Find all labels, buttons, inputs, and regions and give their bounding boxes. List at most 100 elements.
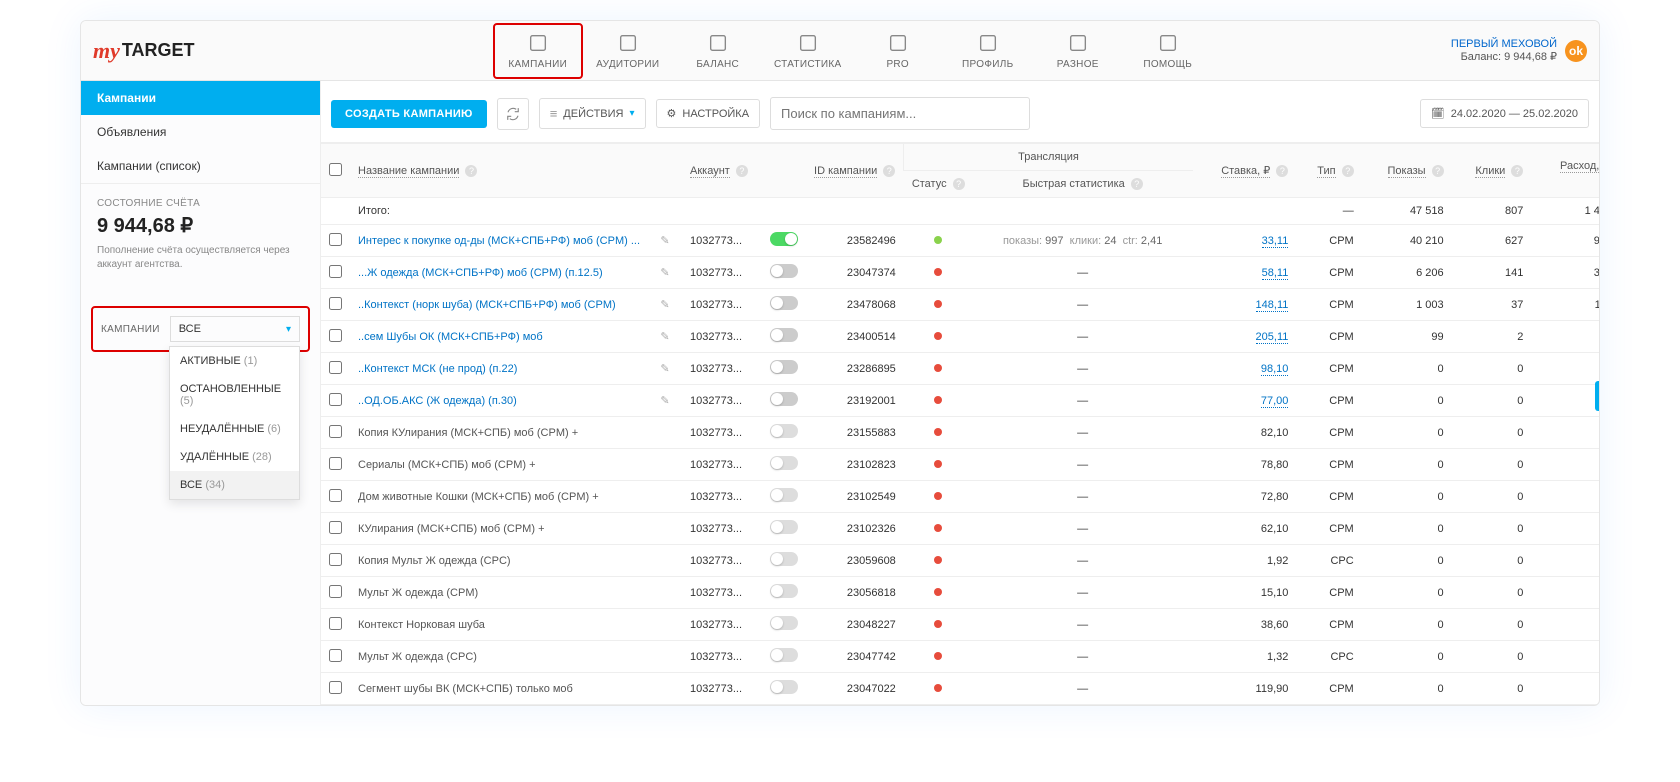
clicks-cell: 0 <box>1452 641 1532 673</box>
bid-link[interactable]: 77,00 <box>1261 395 1289 408</box>
row-checkbox[interactable] <box>329 393 342 406</box>
bid-link[interactable]: 148,11 <box>1256 299 1289 312</box>
help-icon[interactable]: ? <box>1432 165 1444 177</box>
bid-link[interactable]: 58,11 <box>1262 267 1289 280</box>
user-block[interactable]: ПЕРВЫЙ МЕХОВОЙ Баланс: 9 944,68 ₽ ok <box>1451 38 1587 63</box>
nav-профиль[interactable]: ПРОФИЛЬ <box>943 23 1033 79</box>
help-icon[interactable]: ? <box>1131 178 1143 190</box>
row-checkbox[interactable] <box>329 681 342 694</box>
broadcast-toggle[interactable] <box>770 392 798 406</box>
sidebar-item[interactable]: Кампании (список) <box>81 149 320 183</box>
filter-option[interactable]: АКТИВНЫЕ (1) <box>170 347 299 375</box>
filter-select[interactable]: ВСЕ ▾ <box>170 316 300 342</box>
avatar[interactable]: ok <box>1565 40 1587 62</box>
bid-link[interactable]: 33,11 <box>1262 235 1289 248</box>
broadcast-toggle[interactable] <box>770 296 798 310</box>
row-checkbox[interactable] <box>329 457 342 470</box>
col-type[interactable]: Тип <box>1317 165 1335 178</box>
col-impr[interactable]: Показы <box>1388 165 1426 178</box>
col-quick[interactable]: Быстрая статистика <box>1023 178 1125 190</box>
edit-icon[interactable]: ✎ <box>656 394 674 407</box>
row-checkbox[interactable] <box>329 617 342 630</box>
col-account[interactable]: Аккаунт <box>690 165 730 178</box>
campaign-link[interactable]: Интерес к покупке од-ды (МСК+СПБ+РФ) моб… <box>358 235 640 247</box>
account-cell: 1032773... <box>682 577 762 609</box>
edit-icon[interactable]: ✎ <box>656 298 674 311</box>
row-checkbox[interactable] <box>329 361 342 374</box>
settings-button[interactable]: ⚙ НАСТРОЙКА <box>656 99 761 128</box>
bid-link[interactable]: 98,10 <box>1261 363 1289 376</box>
broadcast-toggle[interactable] <box>770 680 798 694</box>
broadcast-toggle[interactable] <box>770 616 798 630</box>
edit-icon[interactable]: ✎ <box>656 234 674 247</box>
col-status[interactable]: Статус <box>912 178 947 190</box>
create-campaign-button[interactable]: СОЗДАТЬ КАМПАНИЮ <box>331 100 487 128</box>
help-icon[interactable]: ? <box>465 165 477 177</box>
broadcast-toggle[interactable] <box>770 584 798 598</box>
filter-option[interactable]: ВСЕ (34) <box>170 471 299 499</box>
account-cell: 1032773... <box>682 321 762 353</box>
sidebar-item[interactable]: Объявления <box>81 115 320 149</box>
col-spend[interactable]: Расход, ₽ <box>1560 160 1599 173</box>
date-range-picker[interactable]: 🗓 24.02.2020 — 25.02.2020 <box>1420 99 1589 128</box>
broadcast-toggle[interactable] <box>770 424 798 438</box>
filter-option[interactable]: НЕУДАЛЁННЫЕ (6) <box>170 415 299 443</box>
col-clicks[interactable]: Клики <box>1475 165 1505 178</box>
col-id[interactable]: ID кампании <box>814 165 877 178</box>
col-name[interactable]: Название кампании <box>358 165 459 178</box>
campaign-link[interactable]: ..Контекст МСК (не прод) (п.22) <box>358 363 517 375</box>
nav-кампании[interactable]: КАМПАНИИ <box>493 23 583 79</box>
nav-помощь[interactable]: ПОМОЩЬ <box>1123 23 1213 79</box>
col-bid[interactable]: Ставка, ₽ <box>1221 165 1270 178</box>
nav-статистика[interactable]: СТАТИСТИКА <box>763 23 853 79</box>
nav-pro[interactable]: PRO <box>853 23 943 79</box>
row-checkbox[interactable] <box>329 649 342 662</box>
row-checkbox[interactable] <box>329 265 342 278</box>
edit-icon[interactable]: ✎ <box>656 266 674 279</box>
row-checkbox[interactable] <box>329 425 342 438</box>
row-checkbox[interactable] <box>329 329 342 342</box>
edit-icon[interactable]: ✎ <box>656 362 674 375</box>
broadcast-toggle[interactable] <box>770 648 798 662</box>
broadcast-toggle[interactable] <box>770 520 798 534</box>
nav-разное[interactable]: РАЗНОЕ <box>1033 23 1123 79</box>
help-icon[interactable]: ? <box>1342 165 1354 177</box>
broadcast-toggle[interactable] <box>770 360 798 374</box>
campaign-link[interactable]: ..сем Шубы ОК (МСК+СПБ+РФ) моб <box>358 331 543 343</box>
row-checkbox[interactable] <box>329 297 342 310</box>
help-icon[interactable]: ? <box>1276 165 1288 177</box>
edit-icon[interactable]: ✎ <box>656 330 674 343</box>
campaign-link[interactable]: ..ОД.ОБ.АКС (Ж одежда) (п.30) <box>358 395 517 407</box>
filter-option[interactable]: ОСТАНОВЛЕННЫЕ (5) <box>170 375 299 415</box>
nav-баланс[interactable]: БАЛАНС <box>673 23 763 79</box>
sidebar-item[interactable]: Кампании <box>81 81 320 115</box>
row-checkbox[interactable] <box>329 233 342 246</box>
broadcast-toggle[interactable] <box>770 488 798 502</box>
nav-icon <box>706 31 730 55</box>
search-input[interactable] <box>770 97 1030 130</box>
select-all-checkbox[interactable] <box>329 163 342 176</box>
help-icon[interactable]: ? <box>736 165 748 177</box>
row-checkbox[interactable] <box>329 521 342 534</box>
status-dot <box>934 620 942 628</box>
actions-dropdown[interactable]: ≡ ДЕЙСТВИЯ ▾ <box>539 98 646 129</box>
bid-link[interactable]: 205,11 <box>1256 331 1289 344</box>
campaign-link[interactable]: ...Ж одежда (МСК+СПБ+РФ) моб (CPM) (п.12… <box>358 267 603 279</box>
help-icon[interactable]: ? <box>953 178 965 190</box>
logo[interactable]: my TARGET <box>93 38 195 64</box>
broadcast-toggle[interactable] <box>770 264 798 278</box>
broadcast-toggle[interactable] <box>770 328 798 342</box>
refresh-button[interactable] <box>497 98 529 130</box>
help-icon[interactable]: ? <box>883 165 895 177</box>
broadcast-toggle[interactable] <box>770 232 798 246</box>
help-icon[interactable]: ? <box>1511 165 1523 177</box>
row-checkbox[interactable] <box>329 489 342 502</box>
nav-аудитории[interactable]: АУДИТОРИИ <box>583 23 673 79</box>
row-checkbox[interactable] <box>329 585 342 598</box>
row-checkbox[interactable] <box>329 553 342 566</box>
campaigns-table-wrap: Название кампании ? Аккаунт ? ID кампани… <box>321 142 1599 705</box>
filter-option[interactable]: УДАЛЁННЫЕ (28) <box>170 443 299 471</box>
campaign-link[interactable]: ..Контекст (норк шуба) (МСК+СПБ+РФ) моб … <box>358 299 616 311</box>
broadcast-toggle[interactable] <box>770 456 798 470</box>
broadcast-toggle[interactable] <box>770 552 798 566</box>
